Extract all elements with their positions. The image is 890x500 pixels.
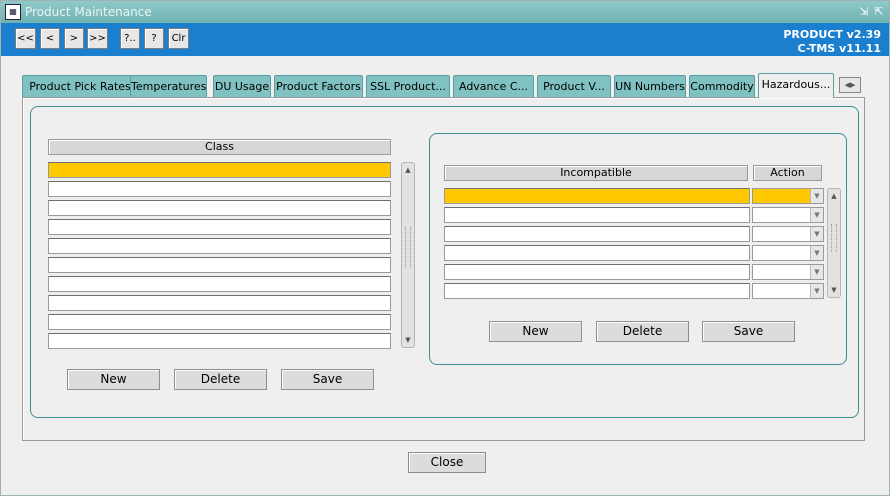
scroll-up-icon[interactable]: ▲: [402, 163, 414, 177]
scroll-grip-icon[interactable]: [831, 224, 837, 252]
query-button[interactable]: ?..: [120, 28, 140, 49]
toolbar: << < > >> ?.. ? Clr: [1, 23, 889, 56]
class-row[interactable]: [48, 181, 391, 197]
class-row[interactable]: [48, 295, 391, 311]
chevron-down-icon[interactable]: ▼: [810, 265, 823, 279]
incompatible-group: Incompatible Action ▼ ▼ ▼ ▼ ▼ ▼ ▲ ▼ New …: [429, 133, 847, 365]
incompatible-row[interactable]: [444, 207, 750, 223]
chevron-down-icon[interactable]: ▼: [810, 227, 823, 241]
first-record-button[interactable]: <<: [15, 28, 36, 49]
class-row[interactable]: [48, 200, 391, 216]
scroll-up-icon[interactable]: ▲: [828, 189, 840, 203]
class-new-button[interactable]: New: [67, 369, 160, 390]
scroll-grip-icon[interactable]: [405, 227, 411, 267]
class-row[interactable]: [48, 257, 391, 273]
action-select[interactable]: ▼: [752, 226, 824, 242]
class-row[interactable]: [48, 238, 391, 254]
incompatible-new-button[interactable]: New: [489, 321, 582, 342]
class-row[interactable]: [48, 219, 391, 235]
hazardous-tab-panel: Class ▲ ▼ New Delete Save Incompatible A…: [22, 97, 865, 441]
tab-product-pick-rates[interactable]: Product Pick Rates: [22, 75, 138, 97]
incompatible-row[interactable]: [444, 264, 750, 280]
class-row[interactable]: [48, 276, 391, 292]
product-maintenance-window: ▦ Product Maintenance ⇲ ⇱ << < > >> ?.. …: [0, 0, 890, 496]
scroll-down-icon[interactable]: ▼: [828, 283, 840, 297]
maximize-icon[interactable]: ⇱: [872, 1, 886, 23]
tab-commodity[interactable]: Commodity: [689, 75, 755, 97]
incompatible-scrollbar[interactable]: ▲ ▼: [827, 188, 841, 298]
chevron-down-icon[interactable]: ▼: [810, 208, 823, 222]
scroll-down-icon[interactable]: ▼: [402, 333, 414, 347]
tab-un-numbers[interactable]: UN Numbers: [614, 75, 686, 97]
class-column-header: Class: [48, 139, 391, 155]
app-icon: ▦: [5, 4, 21, 20]
minimize-icon[interactable]: ⇲: [857, 1, 871, 23]
window-title: Product Maintenance: [25, 5, 152, 19]
incompatible-row[interactable]: [444, 188, 750, 204]
class-row[interactable]: [48, 162, 391, 178]
incompatible-save-button[interactable]: Save: [702, 321, 795, 342]
action-select[interactable]: ▼: [752, 245, 824, 261]
clear-button[interactable]: Clr: [168, 28, 189, 49]
tab-scroll-arrows-icon[interactable]: ◀▶: [839, 77, 861, 93]
class-row[interactable]: [48, 314, 391, 330]
tab-product-factors[interactable]: Product Factors: [274, 75, 363, 97]
chevron-down-icon[interactable]: ▼: [810, 189, 823, 203]
last-record-button[interactable]: >>: [87, 28, 108, 49]
class-row[interactable]: [48, 333, 391, 349]
incompatible-delete-button[interactable]: Delete: [596, 321, 689, 342]
incompatible-row[interactable]: [444, 283, 750, 299]
close-button[interactable]: Close: [408, 452, 486, 473]
title-bar: ▦ Product Maintenance ⇲ ⇱: [1, 1, 889, 23]
chevron-down-icon[interactable]: ▼: [810, 284, 823, 298]
incompatible-row[interactable]: [444, 245, 750, 261]
tab-ssl-product[interactable]: SSL Product...: [366, 75, 450, 97]
tab-temperatures[interactable]: Temperatures: [130, 75, 207, 97]
help-button[interactable]: ?: [144, 28, 164, 49]
previous-record-button[interactable]: <: [40, 28, 60, 49]
class-scrollbar[interactable]: ▲ ▼: [401, 162, 415, 348]
product-version: PRODUCT v2.39: [783, 28, 881, 41]
incompatible-column-header: Incompatible: [444, 165, 748, 181]
class-save-button[interactable]: Save: [281, 369, 374, 390]
class-delete-button[interactable]: Delete: [174, 369, 267, 390]
action-select[interactable]: ▼: [752, 283, 824, 299]
tab-container: Product Pick Rates Temperatures DU Usage…: [15, 67, 879, 443]
action-select[interactable]: ▼: [752, 188, 824, 204]
ctms-version: C-TMS v11.11: [797, 42, 881, 55]
action-select[interactable]: ▼: [752, 207, 824, 223]
action-column-header: Action: [753, 165, 822, 181]
incompatible-row[interactable]: [444, 226, 750, 242]
next-record-button[interactable]: >: [64, 28, 84, 49]
version-info: PRODUCT v2.39 C-TMS v11.11: [783, 28, 881, 56]
chevron-down-icon[interactable]: ▼: [810, 246, 823, 260]
class-group: Class ▲ ▼ New Delete Save Incompatible A…: [30, 106, 859, 418]
tab-du-usage[interactable]: DU Usage: [213, 75, 271, 97]
tab-product-v[interactable]: Product V...: [537, 75, 611, 97]
action-select[interactable]: ▼: [752, 264, 824, 280]
tab-hazardous[interactable]: Hazardous...: [758, 73, 834, 98]
tab-advance-c[interactable]: Advance C...: [453, 75, 534, 97]
